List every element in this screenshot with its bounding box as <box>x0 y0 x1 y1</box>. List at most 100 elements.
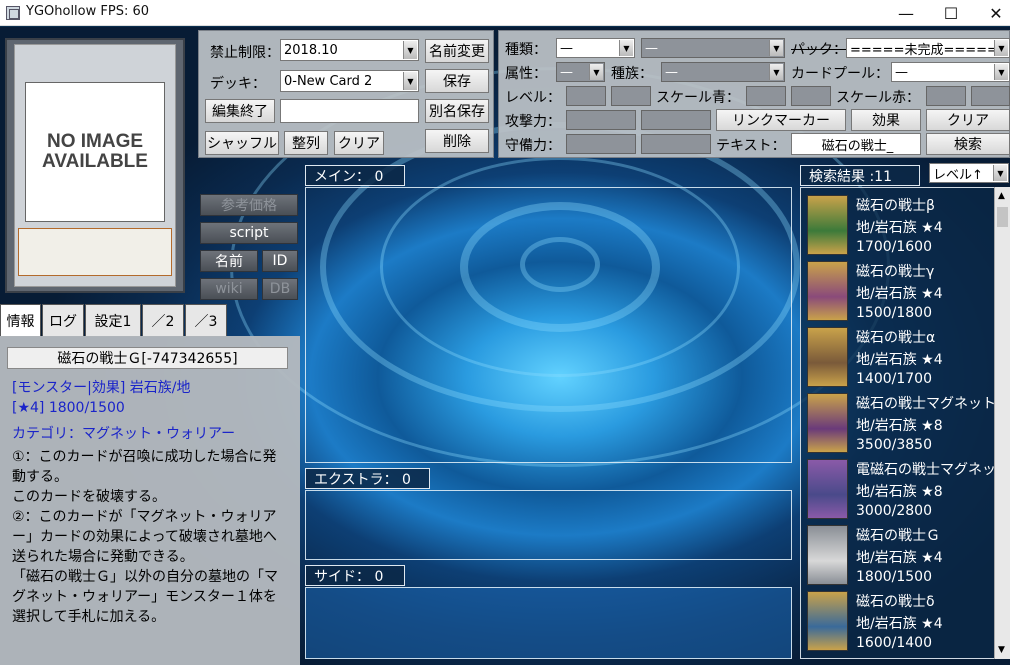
scale-blue-max-input[interactable] <box>791 86 831 106</box>
card-thumbnail <box>807 591 848 651</box>
effect-line: 送られた場合に発動できる。 <box>12 549 194 565</box>
save-as-button[interactable]: 別名保存 <box>425 99 489 123</box>
card-thumbnail <box>807 393 848 453</box>
tab-settings-2[interactable]: ／2 <box>142 304 184 337</box>
no-image-text: NO IMAGE AVAILABLE <box>42 131 148 172</box>
text-search-input[interactable]: 磁石の戦士_ <box>791 133 921 155</box>
side-deck-area[interactable] <box>305 587 792 659</box>
delete-button[interactable]: 削除 <box>425 129 489 153</box>
attack-min-input[interactable] <box>566 110 636 130</box>
list-item[interactable]: 磁石の戦士Ｇ 地/岩石族 ★4 1800/1500 <box>801 522 996 588</box>
result-name: 磁石の戦士Ｇ <box>856 528 940 544</box>
result-stats: 1500/1800 <box>856 305 932 321</box>
result-name: 電磁石の戦士マグネット <box>856 462 997 478</box>
card-category-line: カテゴリ：マグネット・ウォリアー <box>12 426 236 442</box>
defense-max-input[interactable] <box>641 134 711 154</box>
wiki-button[interactable]: wiki <box>200 278 258 300</box>
end-edit-button[interactable]: 編集終了 <box>205 99 275 123</box>
level-max-input[interactable] <box>611 86 651 106</box>
list-item[interactable]: 磁石の戦士マグネット・ 地/岩石族 ★8 3500/3850 <box>801 390 997 456</box>
result-stats: 1400/1700 <box>856 371 932 387</box>
tab-info[interactable]: 情報 <box>0 304 41 337</box>
close-button[interactable]: ✕ <box>973 0 1010 26</box>
scale-red-min-input[interactable] <box>926 86 966 106</box>
list-item[interactable]: 磁石の戦士α 地/岩石族 ★4 1400/1700 <box>801 324 996 390</box>
pack-select[interactable]: =====未完成======= ▼ <box>846 38 1010 58</box>
type-select[interactable]: — ▼ <box>556 38 635 58</box>
id-button[interactable]: ID <box>262 250 298 272</box>
result-attr: 地/岩石族 ★4 <box>856 616 943 632</box>
tab-log[interactable]: ログ <box>42 304 84 337</box>
extra-deck-area[interactable] <box>305 490 792 560</box>
banlist-value: 2018.10 <box>284 42 338 58</box>
chevron-down-icon: ▼ <box>993 165 1007 181</box>
title-bar: YGOhollow FPS: 60 — ☐ ✕ <box>0 0 1010 26</box>
subtype-select[interactable]: — ▼ <box>641 38 785 58</box>
deck-select[interactable]: 0-New Card 2 ▼ <box>280 70 419 92</box>
chevron-down-icon: ▼ <box>403 41 417 59</box>
clear-deck-button[interactable]: クリア <box>334 131 384 155</box>
race-value: — <box>665 64 678 80</box>
card-thumbnail <box>807 327 848 387</box>
chevron-down-icon: ▼ <box>769 64 783 80</box>
extra-deck-header: エクストラ： 0 <box>305 468 430 489</box>
result-attr: 地/岩石族 ★4 <box>856 286 943 302</box>
result-stats: 3500/3850 <box>856 437 932 453</box>
save-button[interactable]: 保存 <box>425 69 489 93</box>
effect-line: グネット・ウォリアー」モンスター１体を <box>12 589 277 605</box>
list-item[interactable]: 磁石の戦士β 地/岩石族 ★4 1700/1600 <box>801 192 996 258</box>
window-title: YGOhollow FPS: 60 <box>26 4 150 19</box>
deck-name-input[interactable] <box>280 99 419 123</box>
chevron-down-icon: ▼ <box>994 64 1008 80</box>
chevron-down-icon: ▼ <box>994 40 1008 56</box>
result-attr: 地/岩石族 ★8 <box>856 484 943 500</box>
effect-button[interactable]: 効果 <box>851 109 921 131</box>
sort-select[interactable]: レベル↑ ▼ <box>929 163 1009 183</box>
name-button[interactable]: 名前 <box>200 250 258 272</box>
list-item[interactable]: 磁石の戦士γ 地/岩石族 ★4 1500/1800 <box>801 258 996 324</box>
maximize-button[interactable]: ☐ <box>928 0 974 26</box>
scrollbar-thumb[interactable] <box>997 207 1008 227</box>
scale-red-max-input[interactable] <box>971 86 1010 106</box>
script-button[interactable]: script <box>200 222 298 244</box>
banlist-select[interactable]: 2018.10 ▼ <box>280 39 419 61</box>
shuffle-button[interactable]: シャッフル <box>205 131 279 155</box>
reference-price-button[interactable]: 参考価格 <box>200 194 298 216</box>
link-marker-button[interactable]: リンクマーカー <box>716 109 846 131</box>
pack-value: =====未完成======= <box>850 42 1010 58</box>
attack-max-input[interactable] <box>641 110 711 130</box>
level-min-input[interactable] <box>566 86 606 106</box>
side-deck-header: サイド： 0 <box>305 565 405 586</box>
scale-blue-min-input[interactable] <box>746 86 786 106</box>
card-thumbnail <box>807 195 848 255</box>
attribute-select[interactable]: — ▼ <box>556 62 605 82</box>
list-item[interactable]: 磁石の戦士δ 地/岩石族 ★4 1600/1400 <box>801 588 996 654</box>
tab-settings-3[interactable]: ／3 <box>185 304 227 337</box>
result-stats: 1800/1500 <box>856 569 932 585</box>
race-select[interactable]: — ▼ <box>661 62 785 82</box>
clear-filter-button[interactable]: クリア <box>926 109 1010 131</box>
card-name: 磁石の戦士Ｇ[-747342655] <box>7 347 288 369</box>
main-deck-area[interactable] <box>305 187 792 463</box>
result-name: 磁石の戦士γ <box>856 264 935 280</box>
sort-value: レベル↑ <box>933 167 983 183</box>
tab-settings-1[interactable]: 設定1 <box>85 304 141 337</box>
rename-button[interactable]: 名前変更 <box>425 39 489 63</box>
card-pool-select[interactable]: — ▼ <box>891 62 1010 82</box>
result-name: 磁石の戦士マグネット・ <box>856 396 997 412</box>
search-results-list: 磁石の戦士β 地/岩石族 ★4 1700/1600 磁石の戦士γ 地/岩石族 ★… <box>800 187 997 659</box>
list-item[interactable]: 電磁石の戦士マグネット 地/岩石族 ★8 3000/2800 <box>801 456 997 522</box>
level-label: レベル： <box>505 90 561 106</box>
result-attr: 地/岩石族 ★4 <box>856 352 943 368</box>
defense-min-input[interactable] <box>566 134 636 154</box>
results-scrollbar[interactable]: ▲ ▼ <box>994 187 1010 659</box>
attribute-value: — <box>560 64 573 80</box>
search-button[interactable]: 検索 <box>926 133 1010 155</box>
db-button[interactable]: DB <box>262 278 298 300</box>
card-description-box <box>18 228 172 276</box>
scroll-down-icon[interactable]: ▼ <box>998 645 1005 655</box>
minimize-button[interactable]: — <box>883 0 929 26</box>
text-label: テキスト： <box>716 138 786 154</box>
sort-button[interactable]: 整列 <box>284 131 328 155</box>
scroll-up-icon[interactable]: ▲ <box>998 191 1005 201</box>
